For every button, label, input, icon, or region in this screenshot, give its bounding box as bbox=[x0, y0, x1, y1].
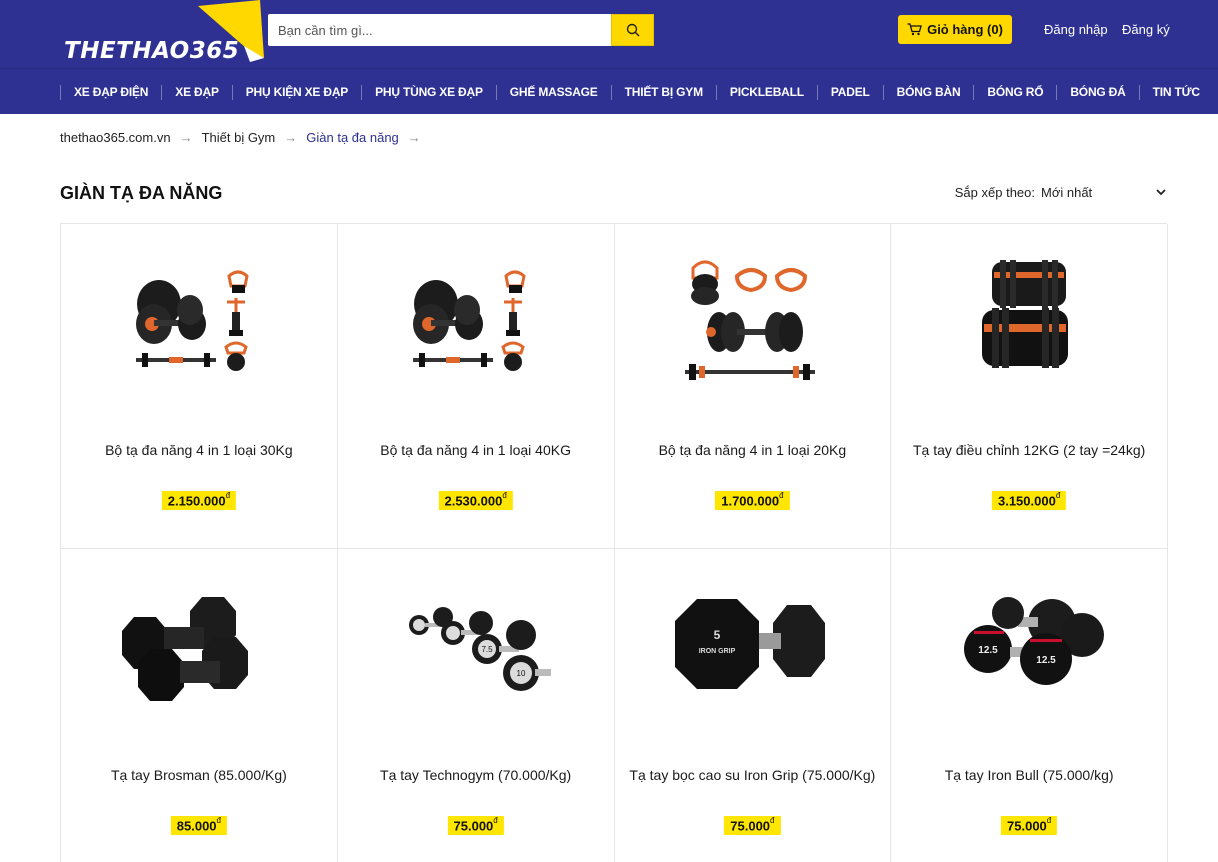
currency-symbol: đ bbox=[779, 491, 784, 500]
top-header: THETHAO365 Giỏ hàng (0) Đăng nhập Đăng k… bbox=[0, 0, 1218, 68]
sort-control: Sắp xếp theo: Mới nhất bbox=[955, 185, 1166, 200]
cart-icon bbox=[907, 23, 922, 36]
product-card[interactable]: Tạ tay điều chỉnh 12KG (2 tay =24kg) 3.1… bbox=[891, 224, 1168, 549]
product-card[interactable]: Tạ tay Brosman (85.000/Kg) 85.000đ bbox=[61, 549, 338, 862]
product-name[interactable]: Bộ tạ đa năng 4 in 1 loại 40KG bbox=[352, 440, 600, 460]
price-value: 85.000 bbox=[176, 818, 217, 834]
weight-label: 7.5 bbox=[481, 645, 493, 654]
nav-item-bong-ro[interactable]: BÓNG RỔ bbox=[973, 84, 1056, 100]
price-value: 75.000 bbox=[1007, 818, 1047, 834]
currency-symbol: đ bbox=[216, 816, 221, 825]
site-logo[interactable]: THETHAO365 bbox=[60, 0, 265, 68]
sort-select[interactable]: Mới nhất bbox=[1041, 185, 1166, 200]
search-bar bbox=[268, 14, 654, 46]
breadcrumb-home[interactable]: thethao365.com.vn bbox=[60, 130, 171, 145]
product-price: 1.700.000đ bbox=[715, 491, 790, 511]
product-price: 85.000đ bbox=[170, 816, 227, 836]
adjustable-dumbbell-icon bbox=[944, 252, 1114, 392]
breadcrumb-current[interactable]: Giàn tạ đa năng bbox=[306, 130, 399, 145]
price-value: 1.700.000 bbox=[721, 493, 780, 509]
search-input[interactable] bbox=[268, 14, 611, 46]
nav-item-bong-ban[interactable]: BÓNG BÀN bbox=[882, 84, 974, 100]
breadcrumb-separator: → bbox=[179, 130, 193, 145]
nav-item-xe-dap-dien[interactable]: XE ĐẠP ĐIỆN bbox=[60, 84, 161, 100]
breadcrumb-thiet-bi-gym[interactable]: Thiết bị Gym bbox=[202, 130, 276, 145]
login-link[interactable]: Đăng nhập bbox=[1044, 22, 1108, 37]
product-card[interactable]: Bộ tạ đa năng 4 in 1 loại 40KG 2.530.000… bbox=[337, 224, 615, 549]
cart-label: Giỏ hàng (0) bbox=[927, 22, 1003, 37]
product-price: 75.000đ bbox=[724, 816, 781, 836]
search-icon bbox=[626, 23, 640, 37]
product-name[interactable]: Bộ tạ đa năng 4 in 1 loại 20Kg bbox=[629, 440, 877, 460]
product-price: 2.150.000đ bbox=[161, 491, 237, 511]
nav-item-phu-tung-xe-dap[interactable]: PHỤ TÙNG XE ĐẠP bbox=[361, 84, 496, 100]
breadcrumb-separator: → bbox=[407, 130, 421, 145]
brand-label: IRON GRIP bbox=[699, 648, 736, 655]
kettlebell-dumbbell-set-icon bbox=[667, 252, 837, 392]
nav-item-tin-tuc[interactable]: TIN TỨC bbox=[1138, 84, 1213, 100]
product-price: 75.000đ bbox=[1001, 816, 1058, 836]
adjustable-dumbbell-set-icon bbox=[391, 252, 561, 392]
rubber-hex-dumbbell-icon: 5 IRON GRIP bbox=[667, 577, 837, 717]
product-card[interactable]: 7.5 10 Tạ tay Technogym (70.000/Kg) 75.0… bbox=[338, 549, 615, 862]
main-nav: XE ĐẠP ĐIỆN XE ĐẠP PHỤ KIỆN XE ĐẠP PHỤ T… bbox=[0, 68, 1218, 114]
cart-button[interactable]: Giỏ hàng (0) bbox=[898, 15, 1012, 44]
weight-label: 10 bbox=[516, 669, 525, 678]
product-name[interactable]: Tạ tay Iron Bull (75.000/kg) bbox=[905, 765, 1153, 785]
product-name[interactable]: Tạ tay Technogym (70.000/Kg) bbox=[352, 765, 600, 785]
product-price: 3.150.000đ bbox=[991, 491, 1067, 511]
nav-item-bong-da[interactable]: BÓNG ĐÁ bbox=[1056, 84, 1138, 100]
price-value: 75.000 bbox=[730, 818, 771, 834]
product-name[interactable]: Tạ tay điều chỉnh 12KG (2 tay =24kg) bbox=[905, 440, 1153, 460]
chevron-down-icon bbox=[1156, 189, 1166, 196]
nav-item-xe-dap[interactable]: XE ĐẠP bbox=[161, 84, 231, 100]
currency-symbol: đ bbox=[493, 816, 498, 825]
breadcrumb: thethao365.com.vn → Thiết bị Gym → Giàn … bbox=[60, 130, 430, 145]
price-value: 2.530.000 bbox=[444, 493, 503, 509]
currency-symbol: đ bbox=[502, 491, 507, 500]
product-name[interactable]: Bộ tạ đa năng 4 in 1 loại 30Kg bbox=[75, 440, 323, 460]
product-name[interactable]: Tạ tay Brosman (85.000/Kg) bbox=[75, 765, 323, 785]
nav-item-pickleball[interactable]: PICKLEBALL bbox=[715, 84, 817, 100]
register-link[interactable]: Đăng ký bbox=[1122, 22, 1170, 37]
currency-symbol: đ bbox=[1055, 491, 1061, 500]
sort-label: Sắp xếp theo: bbox=[954, 185, 1035, 200]
nav-item-ghe-massage[interactable]: GHẾ MASSAGE bbox=[495, 84, 611, 100]
weight-label: 5 bbox=[714, 628, 721, 642]
nav-item-padel[interactable]: PADEL bbox=[816, 84, 883, 100]
search-button[interactable] bbox=[611, 14, 654, 46]
nav-item-thiet-bi-gym[interactable]: THIẾT BỊ GYM bbox=[610, 84, 716, 100]
price-value: 2.150.000 bbox=[167, 493, 226, 509]
product-card[interactable]: Bộ tạ đa năng 4 in 1 loại 30Kg 2.150.000… bbox=[61, 224, 338, 549]
product-grid: Bộ tạ đa năng 4 in 1 loại 30Kg 2.150.000… bbox=[60, 223, 1168, 862]
hex-dumbbell-pair-icon bbox=[114, 577, 284, 717]
sort-value: Mới nhất bbox=[1041, 185, 1093, 200]
nav-item-phu-kien-xe-dap[interactable]: PHỤ KIỆN XE ĐẠP bbox=[231, 84, 361, 100]
adjustable-dumbbell-set-icon bbox=[114, 252, 284, 392]
product-card[interactable]: Bộ tạ đa năng 4 in 1 loại 20Kg 1.700.000… bbox=[614, 224, 892, 549]
page-title: GIÀN TẠ ĐA NĂNG bbox=[60, 183, 223, 203]
nav-list: XE ĐẠP ĐIỆN XE ĐẠP PHỤ KIỆN XE ĐẠP PHỤ T… bbox=[60, 69, 1213, 115]
price-value: 3.150.000 bbox=[997, 493, 1056, 509]
breadcrumb-separator: → bbox=[284, 130, 298, 145]
round-dumbbell-set-icon: 7.5 10 bbox=[391, 577, 561, 717]
currency-symbol: đ bbox=[1046, 816, 1052, 825]
round-dumbbell-pair-icon: 12.5 12.5 bbox=[944, 577, 1114, 717]
product-price: 75.000đ bbox=[447, 816, 504, 836]
product-price: 2.530.000đ bbox=[438, 491, 513, 511]
price-value: 75.000 bbox=[453, 818, 494, 834]
currency-symbol: đ bbox=[770, 816, 775, 825]
product-card[interactable]: 5 IRON GRIP Tạ tay bọc cao su Iron Grip … bbox=[615, 549, 892, 862]
weight-label: 12.5 bbox=[978, 645, 998, 656]
product-name[interactable]: Tạ tay bọc cao su Iron Grip (75.000/Kg) bbox=[629, 765, 877, 785]
currency-symbol: đ bbox=[225, 491, 231, 500]
product-card[interactable]: 12.5 12.5 Tạ tay Iron Bull (75.000/kg) 7… bbox=[891, 549, 1168, 862]
logo-text: THETHAO365 bbox=[64, 38, 240, 64]
weight-label: 12.5 bbox=[1036, 655, 1056, 666]
